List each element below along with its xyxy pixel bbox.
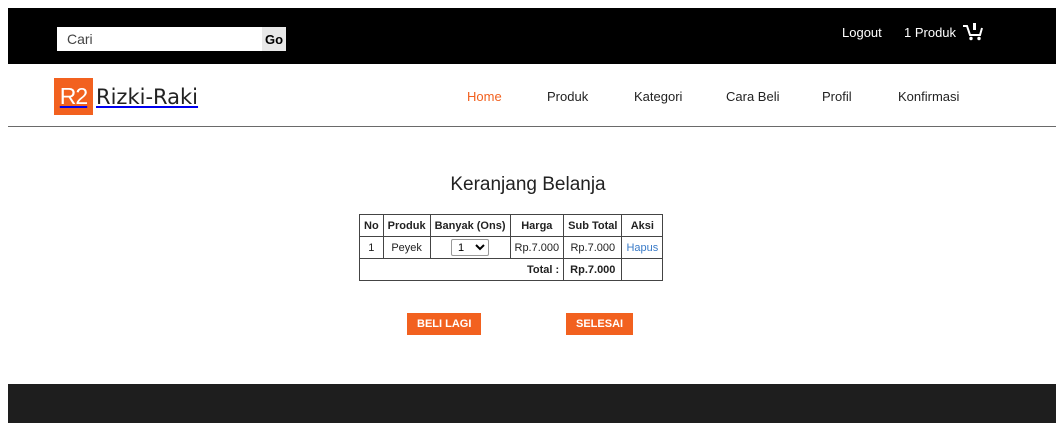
main-navbar: R2 Rizki-Raki Home Produk Kategori Cara … (8, 64, 1056, 127)
row-number: 1 (359, 236, 384, 259)
column-header: Banyak (Ons) (429, 214, 511, 237)
nav-item-kategori[interactable]: Kategori (634, 89, 682, 104)
column-header: Produk (382, 214, 431, 237)
cart-table: No Produk Banyak (Ons) Harga Sub Total A… (358, 214, 664, 281)
search-input[interactable] (57, 27, 262, 51)
table-row: 1 Peyek 1 Rp.7.000 Rp.7.000 Hapus (359, 236, 664, 259)
nav-item-produk[interactable]: Produk (547, 89, 588, 104)
logout-link[interactable]: Logout (842, 25, 882, 40)
top-bar: Go Logout 1 Produk (8, 8, 1056, 64)
page-title: Keranjang Belanja (450, 174, 606, 195)
action-cell: Hapus (621, 236, 664, 259)
brand-name: Rizki-Raki (96, 84, 199, 109)
nav-item-profil[interactable]: Profil (822, 89, 852, 104)
column-header: Harga (509, 214, 565, 237)
buy-again-button[interactable]: BELI LAGI (407, 313, 482, 335)
nav-item-konfirmasi[interactable]: Konfirmasi (898, 89, 959, 104)
nav-item-home[interactable]: Home (467, 89, 502, 104)
cart-link[interactable]: 1 Produk (904, 23, 984, 41)
cart-count-label: 1 Produk (904, 24, 957, 40)
search-box: Go (57, 27, 286, 51)
cart-icon (963, 23, 984, 41)
search-go-button[interactable]: Go (262, 27, 286, 51)
finish-button[interactable]: SELESAI (566, 313, 634, 335)
total-value: Rp.7.000 (563, 258, 623, 281)
total-label: Total : (358, 258, 565, 281)
quantity-cell: 1 (429, 236, 511, 259)
price-cell: Rp.7.000 (509, 236, 565, 259)
quantity-select[interactable]: 1 (451, 239, 490, 256)
logo-mark: R2 (54, 78, 93, 115)
column-header: No (359, 214, 384, 237)
total-empty-cell (621, 258, 664, 281)
product-name: Peyek (382, 236, 431, 259)
delete-link[interactable]: Hapus (626, 242, 658, 254)
nav-item-cara-beli[interactable]: Cara Beli (726, 89, 779, 104)
column-header: Aksi (621, 214, 664, 237)
footer (8, 384, 1056, 423)
total-row: Total : Rp.7.000 (358, 258, 664, 281)
column-header: Sub Total (563, 214, 623, 237)
table-header-row: No Produk Banyak (Ons) Harga Sub Total A… (359, 214, 664, 237)
subtotal-cell: Rp.7.000 (563, 236, 623, 259)
brand-logo[interactable]: R2 Rizki-Raki (54, 78, 198, 115)
